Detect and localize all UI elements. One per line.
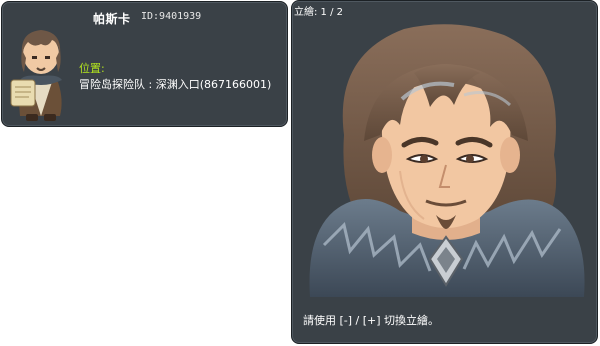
portrait-panel: 立繪: 1 / 2 請使用 [-] / [+] 切換立繪。 — [291, 0, 598, 344]
npc-portrait-image — [309, 24, 585, 297]
npc-name: 帕斯卡 — [93, 12, 131, 26]
npc-sprite-image — [10, 30, 62, 121]
location-label: 位置: — [79, 62, 105, 75]
npc-id: ID:9401939 — [141, 11, 202, 22]
npc-info-card: 帕斯卡 ID:9401939 位置: 冒险岛探险队 : 深渊入口(8671660… — [1, 1, 288, 127]
portrait-switch-hint: 請使用 [-] / [+] 切換立繪。 — [303, 314, 440, 327]
location-value: 冒险岛探险队 : 深渊入口(867166001) — [79, 78, 272, 91]
